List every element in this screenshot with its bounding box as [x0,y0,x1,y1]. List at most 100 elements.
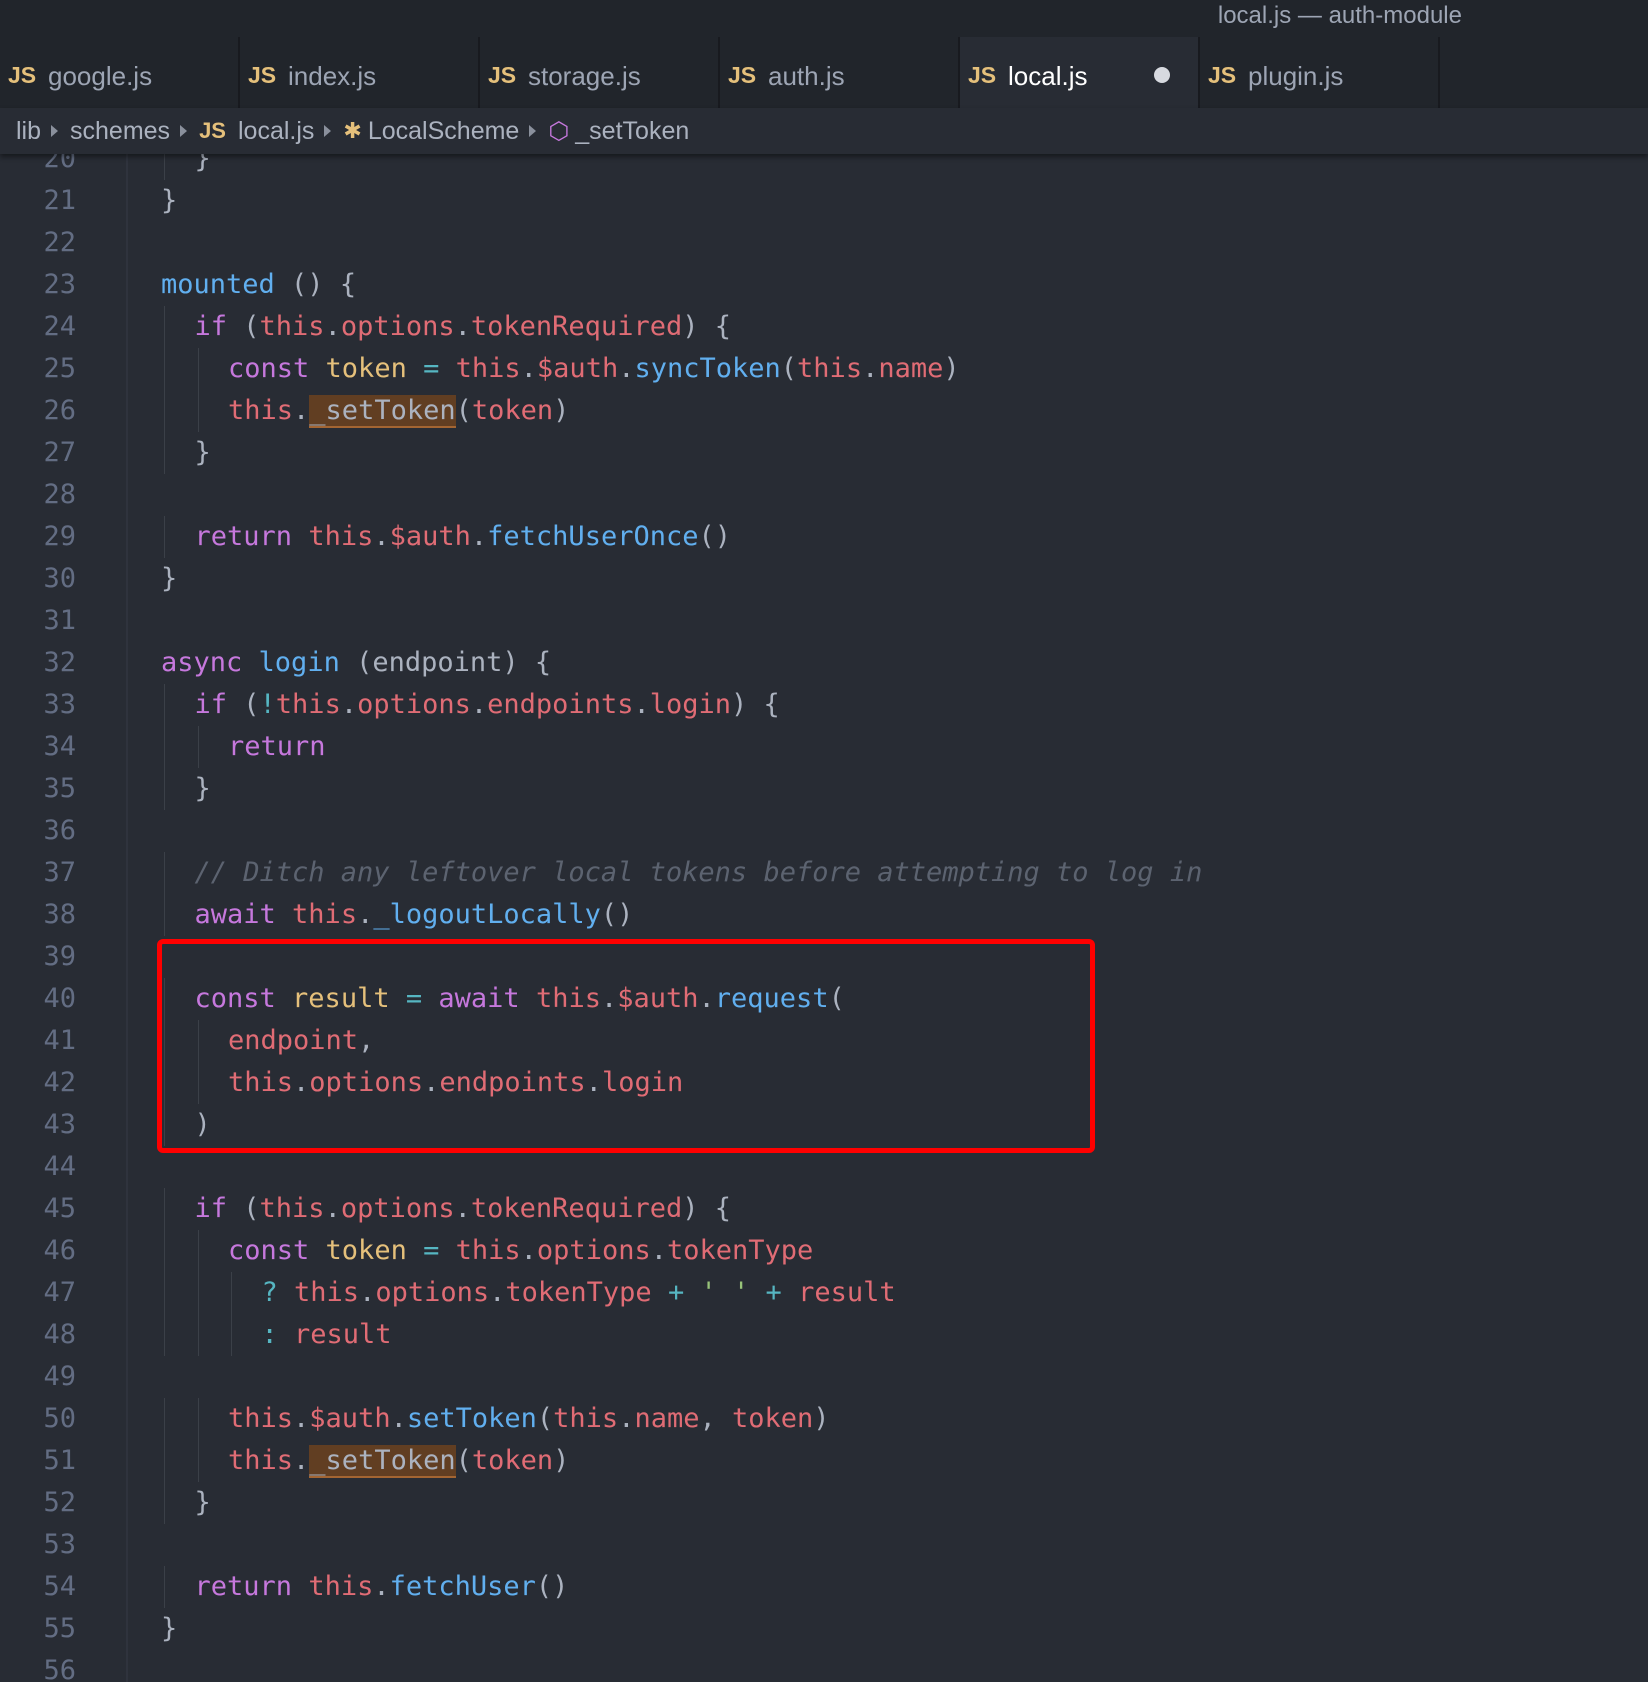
line-number: 38 [43,899,76,930]
line-number: 48 [43,1319,76,1350]
tab-local-js[interactable]: JS local.js [960,37,1200,108]
code-line[interactable]: 38 await this._logoutLocally() [0,894,1648,936]
indent-guide [164,1566,165,1608]
function-name: request [714,983,829,1014]
line-number: 27 [43,437,76,468]
code-line[interactable]: 55} [0,1608,1648,1650]
code-line[interactable]: 48: result [0,1314,1648,1356]
code-line[interactable]: 20} [0,154,1648,180]
js-file-icon: JS [199,118,226,143]
code-line[interactable]: 52} [0,1482,1648,1524]
code-line[interactable]: 49 [0,1356,1648,1398]
code-line[interactable]: 50 this.$auth.setToken(this.name, token) [0,1398,1648,1440]
tab-auth-js[interactable]: JS auth.js [720,37,960,108]
variable: options [309,1067,424,1098]
indent-guide [164,1440,165,1482]
punctuation [422,983,438,1014]
punctuation: . [600,983,618,1014]
line-number: 50 [43,1403,76,1434]
line-number: 56 [43,1655,76,1682]
code-line[interactable]: 23 mounted () { [0,264,1648,306]
tab-label: local.js [1008,61,1088,91]
line-number: 51 [43,1445,76,1476]
code-line[interactable]: 39 [0,936,1648,978]
code-text: endpoint, [228,1020,374,1062]
code-line[interactable]: 53 [0,1524,1648,1566]
breadcrumb-chevron-icon [51,125,59,137]
code-line[interactable]: 27} [0,432,1648,474]
code-line[interactable]: 37 // Ditch any leftover local tokens bef… [0,852,1648,894]
tab-index-js[interactable]: JS index.js [240,37,480,108]
indent-guide [197,348,199,390]
keyword: const [194,983,276,1014]
punctuation [439,1235,455,1266]
code-text: ) [195,1104,211,1146]
code-line[interactable]: 29 return this.$auth.fetchUserOnce() [0,516,1648,558]
code-line[interactable]: 25 const token = this.$auth.syncToken(thi… [0,348,1648,390]
tab-storage-js[interactable]: JS storage.js [480,37,720,108]
tab-google-js[interactable]: JS google.js [0,37,240,108]
code-text: } [195,154,211,180]
breadcrumb-lib[interactable]: lib [16,117,41,146]
title-bar: local.js — auth-module [0,0,1648,37]
indent-guide [164,1062,165,1104]
code-line[interactable]: 22 [0,222,1648,264]
code-line[interactable]: 45 if (this.options.tokenRequired) { [0,1188,1648,1230]
code-line[interactable]: 44 [0,1146,1648,1188]
punctuation: ) [553,395,570,426]
code-line[interactable]: 41 endpoint, [0,1020,1648,1062]
indent-guide [164,1104,165,1146]
variable: $auth [536,353,619,384]
indent-guide [197,1440,199,1482]
punctuation: } [194,1487,211,1518]
line-number: 49 [43,1361,76,1392]
code-line[interactable]: 54 return this.fetchUser() [0,1566,1648,1608]
code-line[interactable]: 35} [0,768,1648,810]
function-name: setToken [406,1403,537,1434]
function-name: fetchUser [389,1571,536,1602]
code-line[interactable]: 34 return [0,726,1648,768]
tab-label: google.js [48,61,153,91]
keyword: return [194,1571,293,1602]
variable: this [455,1235,521,1266]
code-line[interactable]: 47? this.options.tokenType + ' ' + resul… [0,1272,1648,1314]
punctuation: } [161,563,178,594]
code-line[interactable]: 33 if (!this.options.endpoints.login) { [0,684,1648,726]
tab-plugin-js[interactable]: JS plugin.js [1200,37,1440,108]
line-number: 21 [43,185,76,216]
punctuation: ( [536,1403,554,1434]
code-editor[interactable]: 20} 21} 22 23 mounted () {24 if (this.options… [0,154,1648,1682]
code-line[interactable]: 36 [0,810,1648,852]
breadcrumb-schemes[interactable]: schemes [70,117,170,146]
variable: token [471,395,554,426]
code-line[interactable]: 56 [0,1650,1648,1682]
code-line[interactable]: 28 [0,474,1648,516]
code-line[interactable]: 31 [0,600,1648,642]
punctuation [652,1277,668,1308]
const-name: result [292,983,390,1014]
code-line[interactable]: 51 this._setToken(token) [0,1440,1648,1482]
code-line[interactable]: 24 if (this.options.tokenRequired) { [0,306,1648,348]
breadcrumb-localscheme[interactable]: ✱ LocalScheme [343,117,519,146]
code-text: return this.fetchUser() [195,1566,569,1608]
variable: tokenType [666,1235,814,1266]
breadcrumb-settoken[interactable]: ⬡ _setToken [548,117,689,146]
code-line[interactable]: 30} [0,558,1648,600]
code-line[interactable]: 46 const token = this.options.tokenType [0,1230,1648,1272]
code-line[interactable]: 21} [0,180,1648,222]
modified-dot-icon[interactable] [1154,67,1170,83]
tab-label: auth.js [768,61,845,91]
operator: ? [261,1277,278,1308]
code-line[interactable]: 43) [0,1104,1648,1146]
punctuation: ( [828,983,845,1014]
code-text: } [195,432,211,474]
code-line[interactable]: 32 async login (endpoint) { [0,642,1648,684]
code-text: async login (endpoint) { [161,642,551,684]
code-line[interactable]: 42 this.options.endpoints.login [0,1062,1648,1104]
indent-guide [164,978,165,1020]
code-line[interactable]: 40 const result = await this.$auth.reques… [0,978,1648,1020]
line-number: 41 [43,1025,76,1056]
breadcrumb-local-js[interactable]: JS local.js [199,117,314,146]
punctuation [439,353,455,384]
code-line[interactable]: 26 this._setToken(token) [0,390,1648,432]
